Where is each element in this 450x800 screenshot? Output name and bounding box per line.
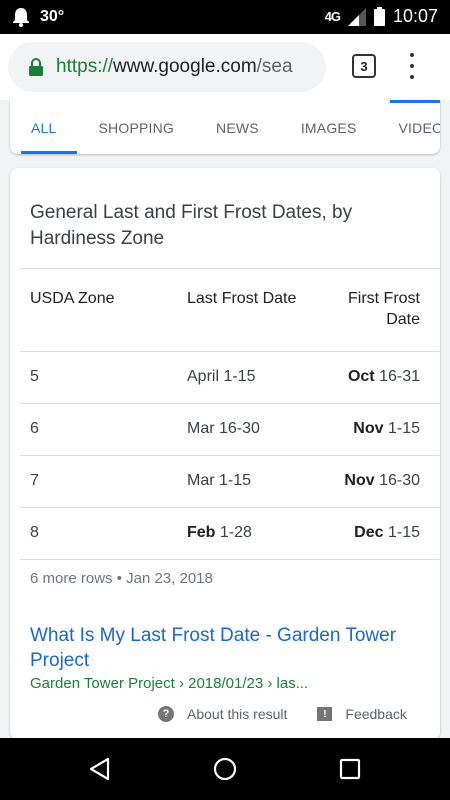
search-tabs-bar: ALL SHOPPING NEWS IMAGES VIDEOS: [10, 100, 440, 154]
lock-icon: [29, 58, 43, 76]
frost-dates-table: USDA Zone Last Frost Date First Frost Da…: [20, 268, 440, 560]
temperature-text: 30°: [40, 8, 65, 25]
tab-videos[interactable]: VIDEOS: [399, 120, 441, 136]
header-last-frost: Last Frost Date: [187, 290, 297, 307]
tab-all[interactable]: ALL: [21, 120, 76, 154]
tab-images[interactable]: IMAGES: [301, 120, 357, 136]
first-frost-cell: Oct 16-31: [347, 368, 420, 385]
last-frost-cell: Mar 16-30: [187, 420, 260, 437]
recents-square-icon: [339, 758, 361, 780]
overflow-menu-button[interactable]: [402, 51, 422, 81]
page-content: ALL SHOPPING NEWS IMAGES VIDEOS General …: [0, 100, 450, 738]
zone-cell: 5: [30, 368, 39, 385]
home-circle-icon: [213, 757, 237, 781]
result-link-title[interactable]: What Is My Last Frost Date - Garden Towe…: [30, 623, 430, 673]
feedback-link[interactable]: ! Feedback: [287, 706, 407, 722]
table-row: 6 Mar 16-30 Nov 1-15: [20, 404, 440, 456]
tab-shopping[interactable]: SHOPPING: [99, 120, 175, 136]
clock-text: 10:07: [392, 6, 438, 26]
tab-count: 3: [360, 58, 368, 74]
help-icon: ?: [158, 706, 174, 722]
feedback-icon: !: [317, 707, 333, 721]
snippet-title: General Last and First Frost Dates, by H…: [30, 202, 353, 249]
back-button[interactable]: [86, 756, 112, 782]
scroll-indicator: [390, 100, 440, 103]
android-nav-bar: [0, 738, 450, 800]
table-row: 5 April 1-15 Oct 16-31: [20, 352, 440, 404]
table-row: 8 Feb 1-28 Dec 1-15: [20, 508, 440, 560]
home-button[interactable]: [212, 756, 238, 782]
table-header-row: USDA Zone Last Frost Date First Frost Da…: [20, 268, 440, 352]
url-path: /sea: [256, 56, 293, 77]
header-usda-zone: USDA Zone: [30, 290, 115, 307]
zone-cell: 6: [30, 420, 39, 437]
address-bar[interactable]: https://www.google.com/sea: [8, 42, 326, 92]
more-rows-meta[interactable]: 6 more rows • Jan 23, 2018: [30, 570, 213, 587]
url-scheme: https://: [56, 56, 114, 77]
zone-cell: 7: [30, 472, 39, 489]
more-vert-icon-dot: [410, 64, 414, 68]
url-host: www.google.com: [113, 56, 257, 77]
table-row: 7 Mar 1-15 Nov 16-30: [20, 456, 440, 508]
status-bar: 30° 4G 10:07: [0, 0, 450, 34]
result-breadcrumb-url[interactable]: Garden Tower Project › 2018/01/23 › las.…: [30, 675, 308, 692]
more-vert-icon-dot: [410, 75, 414, 79]
first-frost-cell: Dec 1-15: [354, 524, 420, 541]
about-result-label: About this result: [187, 706, 288, 722]
browser-toolbar: https://www.google.com/sea 3: [0, 34, 450, 100]
snippet-footer: ? About this result ! Feedback: [158, 706, 407, 722]
url-text: https://www.google.com/sea: [56, 56, 293, 78]
network-indicator: 4G: [324, 9, 341, 24]
last-frost-cell: April 1-15: [187, 368, 256, 385]
tab-news[interactable]: NEWS: [216, 120, 259, 136]
signal-strength-icon: [347, 7, 366, 26]
first-frost-cell: Nov 1-15: [353, 420, 420, 437]
about-result-link[interactable]: ? About this result: [158, 706, 287, 722]
tab-switcher-button[interactable]: 3: [352, 54, 376, 78]
first-frost-cell: Nov 16-30: [344, 472, 420, 489]
more-vert-icon-dot: [410, 53, 414, 57]
notification-bell-icon: [13, 8, 29, 27]
battery-icon: [373, 7, 385, 26]
last-frost-cell: Feb 1-28: [187, 524, 252, 541]
zone-cell: 8: [30, 524, 39, 541]
back-triangle-icon: [89, 757, 110, 781]
featured-snippet-card: General Last and First Frost Dates, by H…: [10, 168, 440, 738]
recents-button[interactable]: [337, 756, 363, 782]
last-frost-cell: Mar 1-15: [187, 472, 252, 489]
feedback-label: Feedback: [345, 706, 407, 722]
header-first-frost: First Frost Date: [348, 290, 420, 328]
